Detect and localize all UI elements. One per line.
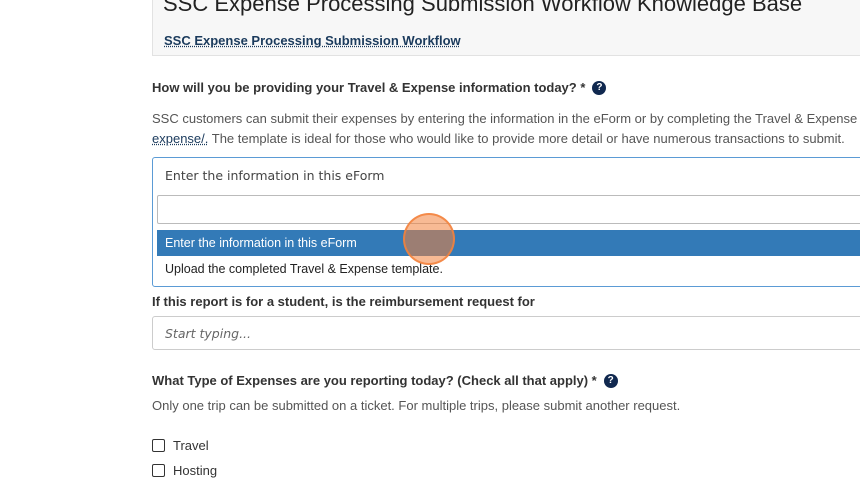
question-provide-method-description: SSC customers can submit their expenses …: [152, 109, 857, 149]
checkbox-hosting-label: Hosting: [173, 463, 218, 478]
description-line-2-rest: The template is ideal for those who woul…: [208, 131, 845, 146]
student-reimbursement-placeholder: Start typing...: [165, 326, 251, 341]
student-reimbursement-input[interactable]: Start typing...: [152, 316, 860, 350]
checkbox-travel-label: Travel: [173, 438, 209, 453]
checkbox-travel[interactable]: Travel: [152, 438, 209, 453]
expense-type-hint: Only one trip can be submitted on a tick…: [152, 398, 681, 413]
question-student-label: If this report is for a student, is the …: [152, 294, 535, 309]
provide-method-select[interactable]: Enter the information in this eForm Ente…: [152, 157, 860, 287]
question-provide-method-text: How will you be providing your Travel & …: [152, 80, 586, 95]
help-icon[interactable]: ?: [603, 373, 618, 388]
checkbox-hosting[interactable]: Hosting: [152, 463, 217, 478]
question-expense-type-label: What Type of Expenses are you reporting …: [152, 373, 618, 388]
question-expense-type-text: What Type of Expenses are you reporting …: [152, 373, 597, 388]
checkbox-icon[interactable]: [152, 464, 165, 477]
option-upload-template[interactable]: Upload the completed Travel & Expense te…: [157, 256, 860, 282]
help-icon[interactable]: ?: [592, 80, 607, 95]
kb-workflow-link[interactable]: SSC Expense Processing Submission Workfl…: [164, 33, 461, 48]
description-line-1: SSC customers can submit their expenses …: [152, 111, 858, 126]
question-provide-method-label: How will you be providing your Travel & …: [152, 80, 607, 95]
knowledge-base-box: SSC Expense Processing Submission Workfl…: [152, 0, 860, 56]
question-student-text: If this report is for a student, is the …: [152, 294, 535, 309]
template-link[interactable]: expense/.: [152, 131, 208, 146]
checkbox-icon[interactable]: [152, 439, 165, 452]
select-current-value[interactable]: Enter the information in this eForm: [165, 168, 384, 183]
select-search-input[interactable]: [157, 195, 860, 224]
option-enter-eform[interactable]: Enter the information in this eForm: [157, 230, 860, 256]
kb-title: SSC Expense Processing Submission Workfl…: [163, 0, 803, 16]
description-line-2: expense/. The template is ideal for thos…: [152, 129, 857, 149]
